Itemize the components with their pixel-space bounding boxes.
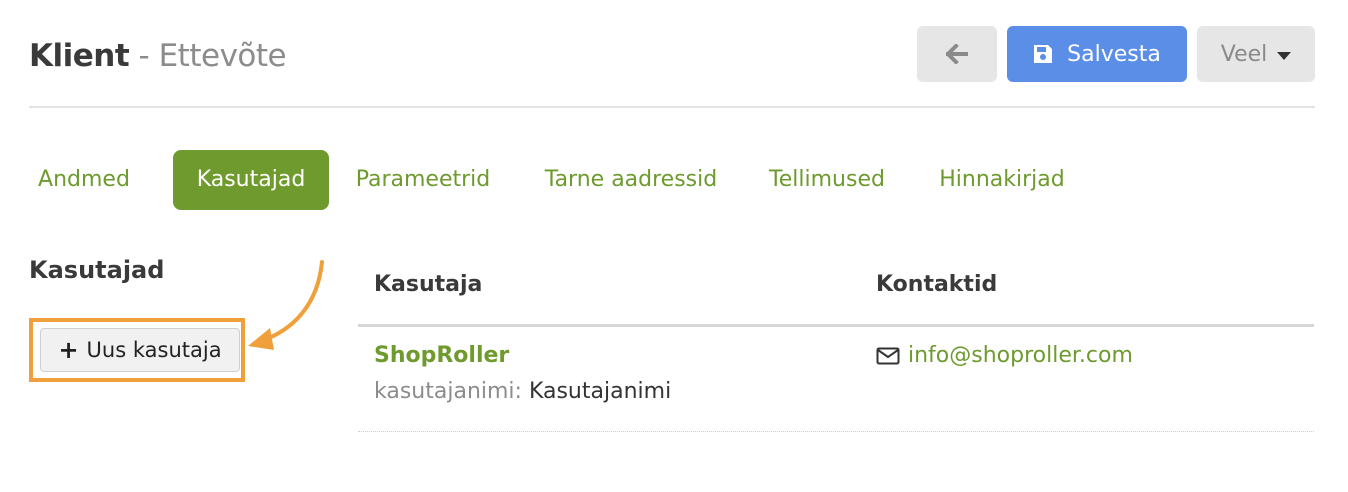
new-user-label: Uus kasutaja — [86, 338, 222, 362]
save-button[interactable]: Salvesta — [1007, 26, 1187, 82]
page-title-sub: Ettevõte — [158, 38, 287, 74]
page-title-main: Klient — [29, 38, 130, 74]
annotation-arrow-icon — [248, 260, 324, 350]
back-button[interactable] — [917, 26, 997, 82]
arrow-left-icon — [946, 44, 968, 64]
column-header-contacts: Kontaktid — [876, 272, 998, 297]
tab-hinnakirjad[interactable]: Hinnakirjad — [929, 150, 1075, 210]
save-button-label: Salvesta — [1067, 41, 1161, 67]
table-header-row: Kasutaja Kontaktid — [358, 262, 1314, 327]
users-section-title: Kasutajad — [29, 256, 165, 284]
more-dropdown-button[interactable]: Veel — [1197, 26, 1315, 82]
tab-tarne-aadressid[interactable]: Tarne aadressid — [533, 150, 729, 210]
column-header-user: Kasutaja — [374, 272, 483, 297]
table-row: ShopRoller kasutajanimi: Kasutajanimi in… — [358, 327, 1314, 432]
page-header: Klient - Ettevõte Salvesta Veel — [29, 0, 1315, 108]
new-user-highlight: + Uus kasutaja — [29, 318, 245, 382]
page-title-separator: - — [129, 38, 159, 74]
email-link[interactable]: info@shoproller.com — [908, 343, 1133, 368]
floppy-disk-icon — [1034, 45, 1053, 63]
user-contact: info@shoproller.com — [876, 343, 1133, 368]
envelope-icon — [876, 347, 900, 364]
tab-parameetrid[interactable]: Parameetrid — [347, 150, 499, 210]
username-value: Kasutajanimi — [528, 379, 672, 404]
caret-down-icon — [1277, 51, 1292, 60]
page-title: Klient - Ettevõte — [29, 36, 287, 76]
username-label: kasutajanimi: — [374, 379, 522, 404]
user-name-link[interactable]: ShopRoller — [374, 343, 509, 368]
more-button-label: Veel — [1220, 41, 1268, 67]
user-username: kasutajanimi: Kasutajanimi — [374, 379, 671, 404]
new-user-button[interactable]: + Uus kasutaja — [40, 328, 240, 372]
tab-andmed[interactable]: Andmed — [29, 150, 139, 210]
tab-kasutajad[interactable]: Kasutajad — [173, 150, 329, 210]
tab-tellimused[interactable]: Tellimused — [759, 150, 895, 210]
plus-icon: + — [58, 336, 79, 364]
